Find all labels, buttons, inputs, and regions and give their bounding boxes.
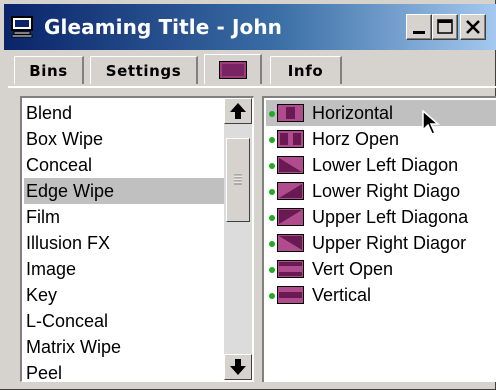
upper-left-diagonal-effect-icon (277, 208, 304, 226)
upper-right-diagonal-effect-icon (277, 234, 304, 252)
effect-item-vert-open[interactable]: Vert Open (266, 256, 496, 282)
list-item-box-wipe[interactable]: Box Wipe (24, 126, 224, 152)
effect-item-upper-left-diagonal[interactable]: Upper Left Diagona (266, 204, 496, 230)
effects-window: Gleaming Title - John Bins Settings Info… (0, 0, 496, 390)
effect-item-lower-right-diagonal[interactable]: Lower Right Diago (266, 178, 496, 204)
effect-item-label: Upper Left Diagona (312, 207, 469, 227)
effect-list[interactable]: Horizontal Horz Open Lower Left Diagon L… (262, 96, 496, 382)
list-item-illusion-fx[interactable]: Illusion FX (24, 230, 224, 256)
tab-settings[interactable]: Settings (90, 56, 198, 84)
lower-right-diagonal-effect-icon (277, 182, 304, 200)
tab-effects[interactable] (204, 54, 262, 84)
horz-open-effect-icon (277, 130, 304, 148)
scroll-thumb[interactable] (226, 138, 250, 222)
window-title: Gleaming Title - John (44, 15, 283, 39)
vert-open-effect-icon (277, 260, 304, 278)
status-dot-icon (269, 137, 275, 143)
effect-item-label: Vert Open (312, 259, 394, 279)
effect-item-label: Horizontal (312, 103, 394, 123)
tab-bins-label: Bins (29, 62, 68, 80)
status-dot-icon (269, 241, 275, 247)
tab-strip-divider (8, 86, 496, 88)
scroll-down-button[interactable] (224, 354, 252, 380)
minimize-icon (413, 31, 425, 34)
status-dot-icon (269, 215, 275, 221)
list-item-film[interactable]: Film (24, 204, 224, 230)
list-item-peel[interactable]: Peel (24, 360, 224, 381)
tab-settings-label: Settings (105, 62, 182, 80)
list-item-conceal[interactable]: Conceal (24, 152, 224, 178)
list-item-edge-wipe[interactable]: Edge Wipe (24, 178, 224, 204)
effect-item-horizontal[interactable]: Horizontal (266, 100, 496, 126)
horizontal-effect-icon (277, 104, 304, 122)
minimize-button[interactable] (406, 14, 432, 40)
list-item-key[interactable]: Key (24, 282, 224, 308)
mouse-cursor-icon (422, 110, 441, 135)
tab-info[interactable]: Info (270, 56, 342, 84)
close-button[interactable] (460, 14, 486, 40)
list-item-l-conceal[interactable]: L-Conceal (24, 308, 224, 334)
category-list[interactable]: Blend Box Wipe Conceal Edge Wipe Film Il… (20, 96, 254, 382)
grip-icon (234, 174, 242, 185)
status-dot-icon (269, 163, 275, 169)
category-scrollbar[interactable] (224, 98, 252, 380)
status-dot-icon (269, 267, 275, 273)
arrow-down-icon (230, 359, 246, 375)
list-item-matrix-wipe[interactable]: Matrix Wipe (24, 334, 224, 360)
effect-item-horz-open[interactable]: Horz Open (266, 126, 496, 152)
effect-swatch-icon (219, 61, 247, 79)
title-bar[interactable]: Gleaming Title - John (4, 4, 496, 50)
maximize-button[interactable] (432, 14, 458, 40)
status-dot-icon (269, 293, 275, 299)
effect-item-label: Lower Left Diagon (312, 155, 459, 175)
tab-bins[interactable]: Bins (14, 56, 84, 84)
effect-item-upper-right-diagonal[interactable]: Upper Right Diagor (266, 230, 496, 256)
list-item-image[interactable]: Image (24, 256, 224, 282)
effect-item-lower-left-diagonal[interactable]: Lower Left Diagon (266, 152, 496, 178)
maximize-icon (437, 19, 453, 34)
status-dot-icon (269, 189, 275, 195)
vertical-effect-icon (277, 286, 304, 304)
list-item-blend[interactable]: Blend (24, 100, 224, 126)
scroll-up-button[interactable] (224, 98, 252, 124)
effect-item-vertical[interactable]: Vertical (266, 282, 496, 308)
lower-left-diagonal-effect-icon (277, 156, 304, 174)
monitor-icon (11, 16, 33, 38)
effect-item-label: Upper Right Diagor (312, 233, 467, 253)
arrow-up-icon (230, 103, 246, 119)
tab-info-label: Info (287, 62, 324, 80)
effect-item-label: Vertical (312, 285, 372, 305)
close-icon (466, 20, 480, 34)
status-dot-icon (269, 111, 275, 117)
effect-item-label: Lower Right Diago (312, 181, 461, 201)
effect-item-label: Horz Open (312, 129, 400, 149)
